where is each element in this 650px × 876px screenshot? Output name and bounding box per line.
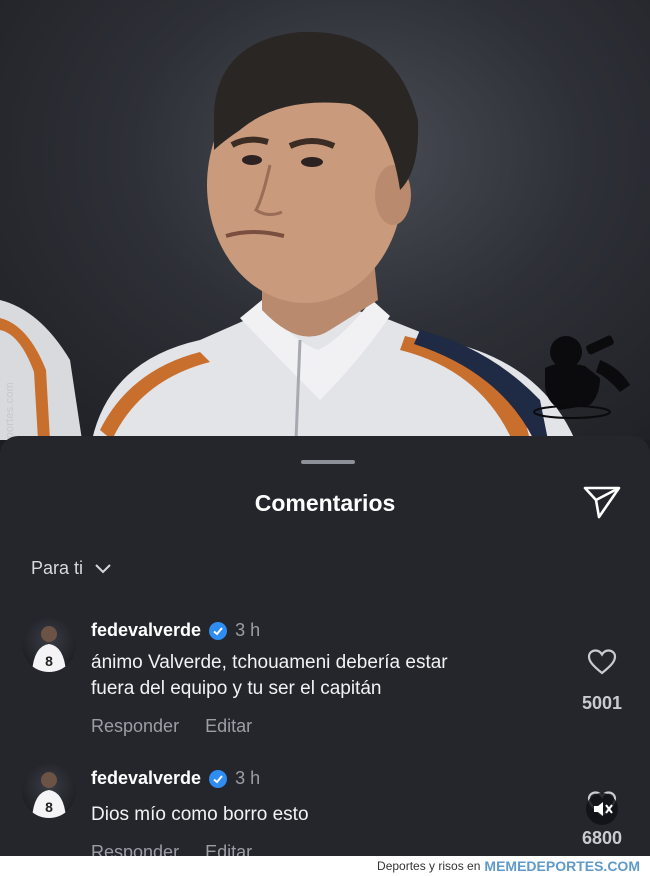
comment-time: 3 h: [235, 620, 261, 640]
avatar-image: 8: [32, 626, 66, 672]
player-photo-illustration: [0, 31, 630, 440]
sheet-title: Comentarios: [254, 490, 396, 516]
svg-text:8: 8: [45, 653, 53, 669]
reply-button[interactable]: Responder: [91, 842, 179, 856]
mute-icon[interactable]: [585, 792, 619, 826]
footer-tagline: Deportes y risos en: [377, 859, 481, 873]
sort-filter-dropdown[interactable]: Para ti: [31, 558, 111, 579]
heart-icon[interactable]: [587, 648, 617, 676]
comment-text-line: fuera del equipo y tu ser el capitán: [91, 678, 382, 699]
like-column: 5001: [574, 648, 630, 714]
edit-button[interactable]: Editar: [205, 716, 252, 737]
post-photo: [0, 0, 650, 440]
avatar-image: 8: [32, 772, 66, 818]
comment-username-row: fedevalverde 3 h: [91, 620, 260, 641]
like-count: 6800: [581, 828, 623, 848]
comment-username-row: fedevalverde 3 h: [91, 768, 260, 789]
filter-label: Para ti: [31, 558, 84, 578]
svg-text:8: 8: [45, 799, 53, 815]
comment-text-line: Dios mío como borro esto: [91, 804, 309, 825]
comment-username[interactable]: fedevalverde: [91, 768, 201, 789]
comment-text-line: ánimo Valverde, tchouameni debería estar: [91, 652, 448, 673]
drag-handle[interactable]: [301, 460, 355, 464]
comment-actions: Responder Editar: [91, 842, 252, 856]
comment-time: 3 h: [235, 768, 261, 788]
chevron-down-icon: [95, 563, 111, 573]
like-column: 6800: [574, 788, 630, 849]
comment-actions: Responder Editar: [91, 716, 252, 737]
paper-plane-icon: [583, 486, 621, 519]
like-count: 5001: [581, 693, 623, 713]
like-mute-stack: [574, 788, 630, 828]
avatar[interactable]: 8: [22, 618, 76, 672]
footer-brand[interactable]: MEMEDEPORTES.COM: [484, 858, 640, 874]
comment-username[interactable]: fedevalverde: [91, 620, 201, 641]
avatar[interactable]: 8: [22, 764, 76, 818]
comment-text: ánimo Valverde, tchouameni debería estar…: [91, 650, 448, 702]
comments-sheet: Comentarios Para ti 8 fedevalverde 3 h á…: [0, 436, 650, 856]
verified-badge-icon: [209, 769, 228, 788]
edit-button[interactable]: Editar: [205, 842, 252, 856]
comment-text: Dios mío como borro esto: [91, 802, 309, 828]
footer-banner: Deportes y risos en MEMEDEPORTES.COM: [0, 856, 650, 876]
share-button[interactable]: [582, 484, 622, 520]
verified-badge-icon: [209, 621, 228, 640]
reply-button[interactable]: Responder: [91, 716, 179, 737]
